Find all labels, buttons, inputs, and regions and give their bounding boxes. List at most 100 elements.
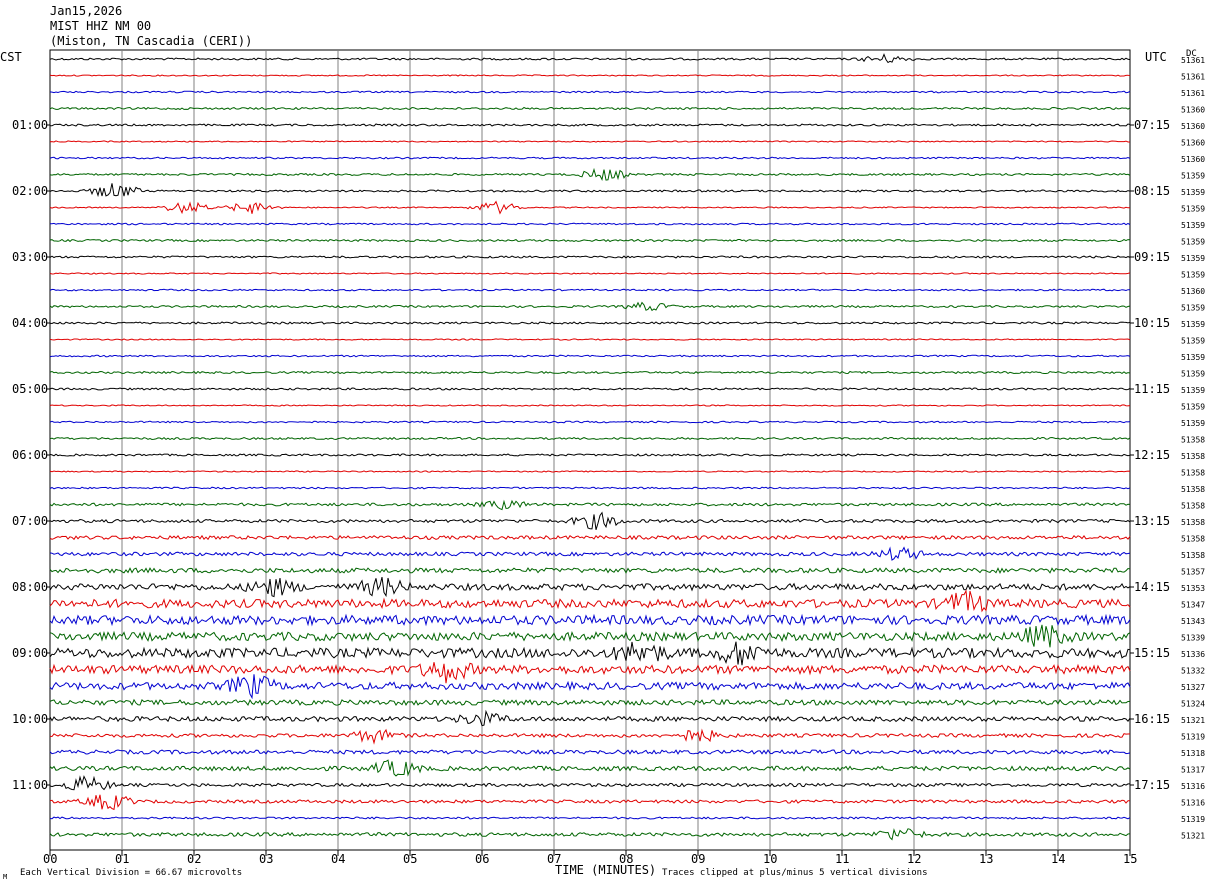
corner-mark: M [3, 873, 8, 881]
right-hour-label: 14:15 [1134, 580, 1170, 594]
dc-value-label: 51332 [1181, 667, 1205, 676]
trace-line [49, 106, 1131, 111]
dc-value-label: 51359 [1181, 419, 1205, 428]
x-tick-label: 12 [907, 852, 921, 866]
dc-value-label: 51360 [1181, 106, 1205, 115]
scale-note: Each Vertical Division = 66.67 microvolt… [20, 868, 243, 878]
x-tick-label: 04 [331, 852, 345, 866]
dc-value-label: 51359 [1181, 304, 1205, 313]
right-hour-label: 17:15 [1134, 778, 1170, 792]
dc-value-label: 51360 [1181, 287, 1205, 296]
right-hour-label: 11:15 [1134, 382, 1170, 396]
trace-line [50, 222, 1131, 226]
trace-line [49, 662, 1131, 684]
dc-value-label: 51359 [1181, 205, 1205, 214]
dc-value-label: 51359 [1181, 320, 1205, 329]
dc-value-label: 51361 [1181, 56, 1205, 65]
trace-line [49, 387, 1131, 391]
left-hour-label: 10:00 [12, 712, 48, 726]
trace-line [49, 183, 1131, 198]
trace-line [49, 90, 1131, 94]
dc-value-label: 51359 [1181, 370, 1205, 379]
dc-value-label: 51359 [1181, 172, 1205, 181]
right-hour-label: 13:15 [1134, 514, 1170, 528]
left-hour-label: 04:00 [12, 316, 48, 330]
plot-frame [49, 49, 1131, 851]
x-tick-label: 01 [115, 852, 129, 866]
trace-line [49, 641, 1131, 666]
dc-value-label: 51358 [1181, 518, 1205, 527]
trace-line [49, 156, 1131, 160]
dc-value-label: 51353 [1181, 584, 1205, 593]
trace-line [49, 759, 1131, 777]
x-tick-label: 00 [43, 852, 57, 866]
dc-value-label: 51359 [1181, 238, 1205, 247]
trace-line [49, 453, 1131, 457]
clip-note: Traces clipped at plus/minus 5 vertical … [662, 868, 928, 878]
dc-value-label: 51358 [1181, 551, 1205, 560]
trace-line [49, 816, 1131, 820]
trace-line [49, 470, 1131, 473]
trace-line [49, 200, 1130, 215]
trace-line [49, 272, 1131, 275]
x-tick-label: 10 [763, 852, 777, 866]
trace-line [49, 775, 1130, 791]
dc-value-label: 51324 [1181, 700, 1205, 709]
trace-line [49, 499, 1131, 511]
trace-line [49, 255, 1131, 259]
dc-value-label: 51360 [1181, 122, 1205, 131]
dc-value-label: 51359 [1181, 353, 1205, 362]
x-tick-label: 05 [403, 852, 417, 866]
trace-line [49, 546, 1131, 561]
dc-value-label: 51359 [1181, 271, 1205, 280]
dc-value-label: 51327 [1181, 683, 1205, 692]
x-tick-label: 06 [475, 852, 489, 866]
dc-value-label: 51358 [1181, 469, 1205, 478]
x-tick-label: 09 [691, 852, 705, 866]
dc-value-label: 51336 [1181, 650, 1205, 659]
dc-value-label: 51317 [1181, 766, 1205, 775]
right-hour-label: 09:15 [1134, 250, 1170, 264]
trace-line [49, 301, 1131, 312]
trace-line [49, 486, 1131, 490]
trace-line [49, 354, 1131, 358]
trace-line [49, 404, 1131, 407]
x-tick-label: 14 [1051, 852, 1065, 866]
right-hour-label: 12:15 [1134, 448, 1170, 462]
x-axis-title: TIME (MINUTES) [555, 863, 657, 877]
dc-value-label: 51358 [1181, 502, 1205, 511]
dc-value-label: 51343 [1181, 617, 1205, 626]
trace-line [49, 624, 1131, 648]
right-hour-label: 15:15 [1134, 646, 1170, 660]
left-hour-label: 02:00 [12, 184, 48, 198]
trace-line [49, 167, 1131, 181]
trace-line [49, 511, 1131, 530]
left-hour-label: 09:00 [12, 646, 48, 660]
right-hour-label: 10:15 [1134, 316, 1170, 330]
trace-line [49, 794, 1131, 811]
left-hour-label: 05:00 [12, 382, 48, 396]
right-hour-label: 08:15 [1134, 184, 1170, 198]
trace-line [49, 828, 1131, 841]
dc-value-label: 51361 [1181, 73, 1205, 82]
trace-line [49, 123, 1131, 127]
trace-line [49, 728, 1131, 745]
right-hour-label: 07:15 [1134, 118, 1170, 132]
trace-line [49, 321, 1131, 325]
trace-line [49, 589, 1131, 613]
left-hour-label: 11:00 [12, 778, 48, 792]
left-hour-label: 06:00 [12, 448, 48, 462]
dc-value-label: 51358 [1181, 485, 1205, 494]
left-hour-label: 07:00 [12, 514, 48, 528]
dc-value-label: 51321 [1181, 716, 1205, 725]
dc-value-label: 51359 [1181, 403, 1205, 412]
left-hour-label: 03:00 [12, 250, 48, 264]
dc-value-label: 51358 [1181, 436, 1205, 445]
dc-value-label: 51339 [1181, 634, 1205, 643]
trace-line [49, 534, 1131, 541]
x-tick-label: 03 [259, 852, 273, 866]
dc-value-label: 51316 [1181, 799, 1205, 808]
dc-value-label: 51347 [1181, 601, 1205, 610]
dc-value-label: 51359 [1181, 188, 1205, 197]
dc-value-label: 51359 [1181, 337, 1205, 346]
